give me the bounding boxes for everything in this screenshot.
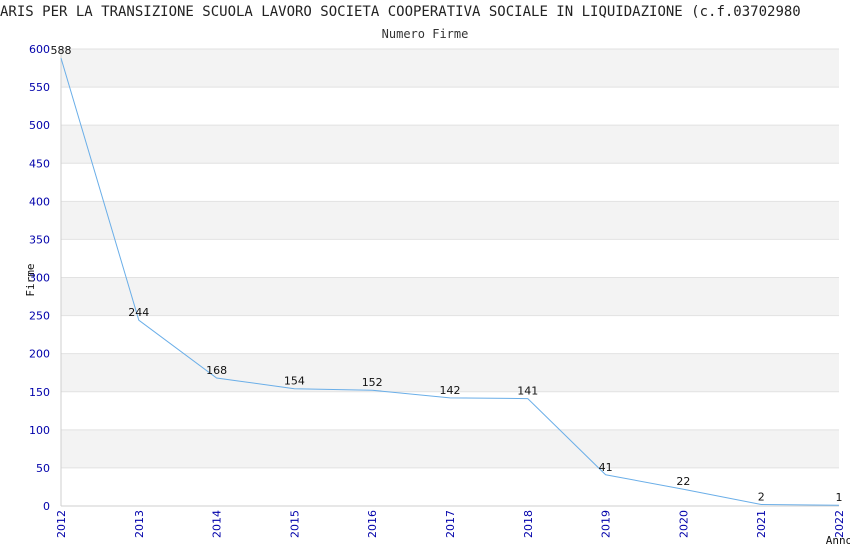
grid-band xyxy=(61,125,839,164)
x-tick-label: 2017 xyxy=(444,510,457,538)
grid-band xyxy=(61,277,839,316)
y-tick-label: 0 xyxy=(43,500,50,513)
y-tick-label: 450 xyxy=(29,157,50,170)
data-label: 168 xyxy=(206,364,227,377)
x-tick-label: 2018 xyxy=(522,510,535,538)
data-label: 1 xyxy=(836,491,843,504)
x-tick-label: 2014 xyxy=(211,510,224,538)
y-tick-label: 600 xyxy=(29,43,50,56)
x-tick-label: 2015 xyxy=(288,510,301,538)
y-tick-label: 500 xyxy=(29,119,50,132)
y-tick-label: 200 xyxy=(29,348,50,361)
x-tick-label: 2016 xyxy=(366,510,379,538)
y-tick-label: 550 xyxy=(29,81,50,94)
x-tick-label: 2019 xyxy=(600,510,613,538)
data-label: 41 xyxy=(599,461,613,474)
x-tick-label: 2012 xyxy=(55,510,68,538)
grid-band xyxy=(61,429,839,468)
grid-bands xyxy=(61,49,839,468)
y-tick-label: 350 xyxy=(29,233,50,246)
x-tick-labels: 2012 2013 2014 2015 2016 2017 2018 2019 2020 2021… xyxy=(55,510,846,538)
data-label: 244 xyxy=(128,306,149,319)
x-tick-label: 2021 xyxy=(755,510,768,538)
data-label: 588 xyxy=(51,44,72,57)
line-chart: 050100150200250300350400450500550600 201… xyxy=(24,43,850,547)
data-label: 22 xyxy=(676,475,690,488)
y-tick-label: 250 xyxy=(29,310,50,323)
y-tick-label: 100 xyxy=(29,424,50,437)
y-tick-label: 50 xyxy=(36,462,50,475)
x-axis-label: Anno xyxy=(826,534,850,547)
data-label: 141 xyxy=(517,385,538,398)
y-tick-label: 150 xyxy=(29,386,50,399)
x-tick-label: 2013 xyxy=(133,510,146,538)
y-axis-label: Firme xyxy=(24,263,37,296)
x-tick-label: 2020 xyxy=(677,510,690,538)
y-tick-label: 400 xyxy=(29,195,50,208)
data-label: 154 xyxy=(284,375,305,388)
data-label: 2 xyxy=(758,490,765,503)
data-label: 142 xyxy=(440,384,461,397)
grid-band xyxy=(61,201,839,240)
data-label: 152 xyxy=(362,376,383,389)
grid-band xyxy=(61,49,839,88)
